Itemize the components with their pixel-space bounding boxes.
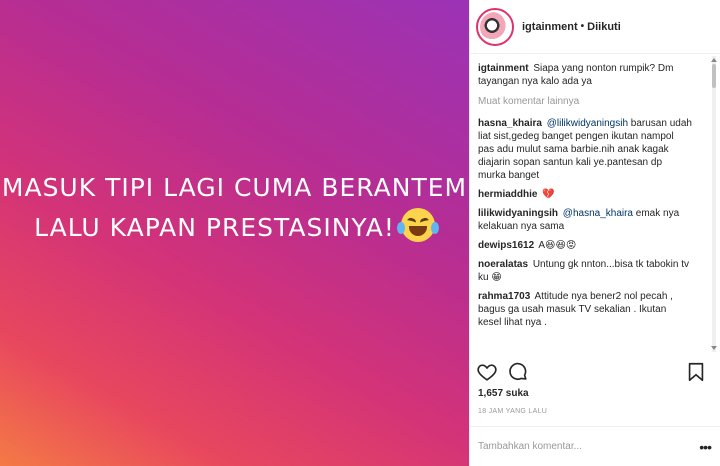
comment-input[interactable] (478, 441, 700, 452)
like-heart-icon[interactable] (476, 361, 498, 383)
post-image[interactable]: MASUK TIPI LAGI CUMA BERANTEM LALU KAPAN… (0, 0, 469, 466)
caption: igtainment Siapa yang nonton rumpik? Dm … (478, 62, 706, 88)
post-timestamp[interactable]: 18 JAM YANG LALU (478, 408, 547, 415)
post-sidebar: igtainment • Diikuti igtainment Siapa ya… (469, 0, 720, 466)
bookmark-icon[interactable] (685, 361, 707, 383)
comments-list[interactable]: igtainment Siapa yang nonton rumpik? Dm … (478, 62, 706, 352)
comment: lilikwidyaningsih @hasna_khaira emak nya… (478, 207, 706, 233)
comment-username[interactable]: hermiaddhie (478, 189, 537, 200)
caption-username[interactable]: igtainment (478, 63, 529, 74)
comments-scrollbar[interactable] (710, 56, 718, 352)
instagram-post-frame: MASUK TIPI LAGI CUMA BERANTEM LALU KAPAN… (0, 0, 720, 466)
comment-username[interactable]: lilikwidyaningsih (478, 208, 558, 219)
avatar[interactable] (476, 7, 514, 46)
scrollbar-thumb[interactable] (712, 64, 716, 88)
likes-count[interactable]: 1,657 suka (478, 388, 529, 399)
comment-username[interactable]: dewips1612 (478, 240, 534, 251)
comment: noeralatas Untung gk nnton...bisa tk tab… (478, 258, 706, 284)
comment: rahma1703 Attitude nya bener2 nol pecah … (478, 290, 706, 329)
post-actions (470, 357, 720, 387)
comment-username[interactable]: rahma1703 (478, 291, 530, 302)
comment-text: A😆😆😡 (538, 240, 577, 251)
post-image-line-1: MASUK TIPI LAGI CUMA BERANTEM (1, 173, 468, 202)
follow-status-button[interactable]: Diikuti (587, 21, 621, 33)
header-separator: • (580, 21, 585, 32)
post-image-text: MASUK TIPI LAGI CUMA BERANTEM LALU KAPAN… (0, 168, 469, 248)
comment-bubble-icon[interactable] (507, 361, 529, 383)
load-more-comments-button[interactable]: Muat komentar lainnya (478, 96, 706, 107)
laughing-emoji-icon (396, 208, 439, 242)
comment: hermiaddhie 💔 ♡ (478, 188, 706, 201)
post-image-line-2-text: LALU KAPAN PRESTASINYA! (34, 213, 395, 242)
post-image-line-2: LALU KAPAN PRESTASINYA! (0, 208, 469, 248)
comment: dewips1612 A😆😆😡 ♡ (478, 239, 706, 252)
ellipsis-icon[interactable]: ••• (699, 439, 712, 455)
comment-mention[interactable]: @lilikwidyaningsih (547, 118, 628, 129)
comment-mention[interactable]: @hasna_khaira (563, 208, 633, 219)
scroll-down-arrow-icon[interactable] (711, 346, 717, 350)
add-comment-bar: ••• (470, 426, 720, 466)
comment: hasna_khaira @lilikwidyaningsih barusan … (478, 117, 706, 182)
post-header: igtainment • Diikuti (470, 0, 720, 54)
scroll-up-arrow-icon[interactable] (711, 58, 717, 62)
comment-username[interactable]: hasna_khaira (478, 118, 542, 129)
comment-text: 💔 (542, 189, 555, 200)
comment-username[interactable]: noeralatas (478, 259, 528, 270)
header-username[interactable]: igtainment (522, 21, 578, 33)
